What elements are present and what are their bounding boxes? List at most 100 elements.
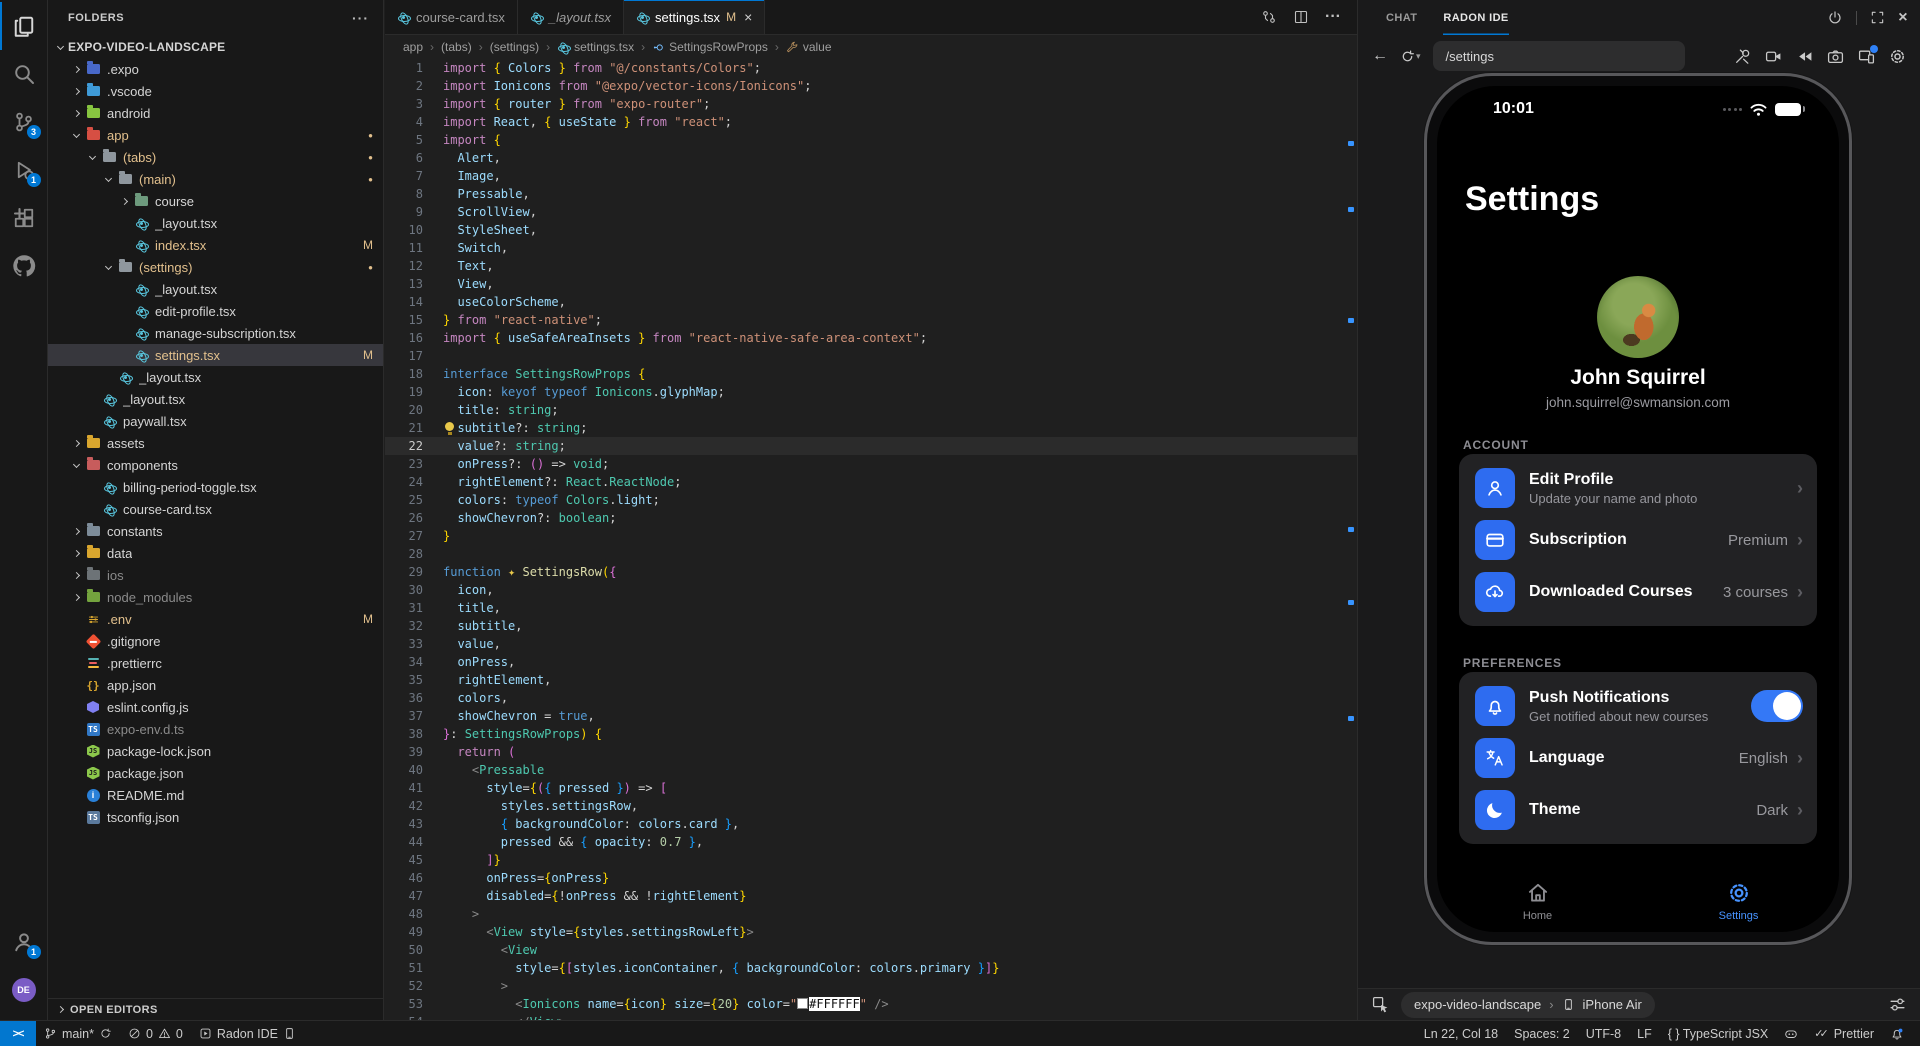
status-language-mode[interactable]: { } TypeScript JSX [1660, 1021, 1777, 1046]
close-icon[interactable]: × [744, 9, 752, 25]
tools-icon[interactable] [1734, 48, 1751, 65]
code-line-31[interactable]: 31 title, [385, 599, 1357, 617]
settings-row-theme[interactable]: ThemeDark› [1459, 784, 1817, 836]
status-cursor-position[interactable]: Ln 22, Col 18 [1416, 1021, 1506, 1046]
code-line-10[interactable]: 10 StyleSheet, [385, 221, 1357, 239]
breadcrumb-item[interactable]: app [403, 40, 423, 54]
tree-item-package-lock.json[interactable]: JSpackage-lock.json [48, 740, 383, 762]
code-line-39[interactable]: 39 return ( [385, 743, 1357, 761]
inspect-icon[interactable] [1372, 996, 1389, 1013]
code-line-34[interactable]: 34 onPress, [385, 653, 1357, 671]
tree-item-expo-env.d.ts[interactable]: TSexpo-env.d.ts [48, 718, 383, 740]
activity-accounts[interactable]: 1 [0, 918, 48, 966]
camera-icon[interactable] [1827, 48, 1844, 65]
code-line-18[interactable]: 18interface SettingsRowProps { [385, 365, 1357, 383]
tree-item-(main)[interactable]: (main)● [48, 168, 383, 190]
code-line-41[interactable]: 41 style={({ pressed }) => [ [385, 779, 1357, 797]
tree-item-constants[interactable]: constants [48, 520, 383, 542]
toggles-icon[interactable] [1889, 996, 1906, 1013]
activity-explorer[interactable] [0, 2, 48, 50]
tree-item-eslint.config.js[interactable]: eslint.config.js [48, 696, 383, 718]
compare-changes-icon[interactable] [1261, 9, 1277, 25]
code-line-8[interactable]: 8 Pressable, [385, 185, 1357, 203]
activity-profile[interactable]: DE [0, 966, 48, 1014]
code-line-25[interactable]: 25 colors: typeof Colors.light; [385, 491, 1357, 509]
status-radon-ide-status[interactable]: Radon IDE [191, 1021, 304, 1046]
settings-row-push-notifications[interactable]: Push NotificationsGet notified about new… [1459, 680, 1817, 732]
tree-item-app.json[interactable]: {}app.json [48, 674, 383, 696]
code-line-13[interactable]: 13 View, [385, 275, 1357, 293]
code-line-51[interactable]: 51 style={[styles.iconContainer, { backg… [385, 959, 1357, 977]
tree-item-.expo[interactable]: .expo [48, 58, 383, 80]
code-line-46[interactable]: 46 onPress={onPress} [385, 869, 1357, 887]
code-line-30[interactable]: 30 icon, [385, 581, 1357, 599]
tree-item-_layout.tsx[interactable]: _layout.tsx [48, 212, 383, 234]
code-line-12[interactable]: 12 Text, [385, 257, 1357, 275]
code-line-48[interactable]: 48 > [385, 905, 1357, 923]
settings-row-language[interactable]: LanguageEnglish› [1459, 732, 1817, 784]
tab-chat[interactable]: CHAT [1386, 0, 1417, 35]
devices-icon[interactable] [1858, 48, 1875, 65]
code-line-29[interactable]: 29function ✦ SettingsRow({ [385, 563, 1357, 581]
code-line-9[interactable]: 9 ScrollView, [385, 203, 1357, 221]
tree-item-_layout.tsx[interactable]: _layout.tsx [48, 388, 383, 410]
tree-item-tsconfig.json[interactable]: TStsconfig.json [48, 806, 383, 828]
code-line-49[interactable]: 49 <View style={styles.settingsRowLeft}> [385, 923, 1357, 941]
tree-item-app[interactable]: app● [48, 124, 383, 146]
overview-ruler[interactable] [1345, 0, 1357, 1020]
gear-icon[interactable] [1889, 48, 1906, 65]
status-notifications[interactable] [1882, 1021, 1912, 1046]
more-actions-icon[interactable]: ··· [1325, 8, 1341, 26]
status-problems[interactable]: 00 [120, 1021, 191, 1046]
tree-item-paywall.tsx[interactable]: paywall.tsx [48, 410, 383, 432]
tree-item-index.tsx[interactable]: index.tsxM [48, 234, 383, 256]
tree-item-_layout.tsx[interactable]: _layout.tsx [48, 366, 383, 388]
phone-tab-home[interactable]: Home [1437, 880, 1638, 922]
status-prettier[interactable]: ✓✓Prettier [1806, 1021, 1882, 1046]
editor-tab-_layout.tsx[interactable]: _layout.tsx [518, 0, 624, 34]
breadcrumb-item[interactable]: value [786, 40, 832, 54]
url-input[interactable]: /settings [1433, 41, 1685, 71]
breadcrumb-item[interactable]: (tabs) [441, 40, 472, 54]
phone-screen[interactable]: 10:01 Settings John Squirrel john.squirr… [1437, 86, 1839, 932]
toggle-on[interactable] [1751, 690, 1803, 722]
tree-item-_layout.tsx[interactable]: _layout.tsx [48, 278, 383, 300]
code-line-43[interactable]: 43 { backgroundColor: colors.card }, [385, 815, 1357, 833]
lightbulb-icon[interactable] [445, 422, 454, 431]
power-icon[interactable] [1827, 10, 1843, 26]
activity-extensions[interactable] [0, 194, 48, 242]
tree-item-(settings)[interactable]: (settings)● [48, 256, 383, 278]
tree-item-data[interactable]: data [48, 542, 383, 564]
status-git-branch[interactable]: main* [36, 1021, 120, 1046]
code-line-53[interactable]: 53 <Ionicons name={icon} size={20} color… [385, 995, 1357, 1013]
code-line-14[interactable]: 14 useColorScheme, [385, 293, 1357, 311]
editor-tab-course-card.tsx[interactable]: course-card.tsx [385, 0, 518, 34]
code-line-42[interactable]: 42 styles.settingsRow, [385, 797, 1357, 815]
code-line-32[interactable]: 32 subtitle, [385, 617, 1357, 635]
code-line-22[interactable]: 22 value?: string; [385, 437, 1357, 455]
tree-item-manage-subscription.tsx[interactable]: manage-subscription.tsx [48, 322, 383, 344]
code-line-7[interactable]: 7 Image, [385, 167, 1357, 185]
code-line-20[interactable]: 20 title: string; [385, 401, 1357, 419]
tree-item-package.json[interactable]: JSpackage.json [48, 762, 383, 784]
tree-item-(tabs)[interactable]: (tabs)● [48, 146, 383, 168]
explorer-more-actions-icon[interactable]: ··· [352, 10, 369, 26]
code-line-3[interactable]: 3import { router } from "expo-router"; [385, 95, 1357, 113]
code-line-19[interactable]: 19 icon: keyof typeof Ionicons.glyphMap; [385, 383, 1357, 401]
code-line-24[interactable]: 24 rightElement?: React.ReactNode; [385, 473, 1357, 491]
status-copilot[interactable] [1776, 1021, 1806, 1046]
code-line-38[interactable]: 38}: SettingsRowProps) { [385, 725, 1357, 743]
tree-item-course[interactable]: course [48, 190, 383, 212]
tree-item-settings.tsx[interactable]: settings.tsxM [48, 344, 383, 366]
editor-tab-settings.tsx[interactable]: settings.tsxM× [624, 0, 765, 34]
profile-avatar[interactable] [1597, 276, 1679, 358]
remote-indicator[interactable]: >< [0, 1021, 36, 1046]
breadcrumb-item[interactable]: (settings) [490, 40, 539, 54]
tree-item-.prettierrc[interactable]: .prettierrc [48, 652, 383, 674]
video-icon[interactable] [1765, 48, 1782, 65]
open-editors-section[interactable]: OPEN EDITORS [48, 998, 383, 1020]
activity-search[interactable] [0, 50, 48, 98]
activity-github[interactable] [0, 242, 48, 290]
code-line-4[interactable]: 4import React, { useState } from "react"… [385, 113, 1357, 131]
code-line-5[interactable]: 5import { [385, 131, 1357, 149]
